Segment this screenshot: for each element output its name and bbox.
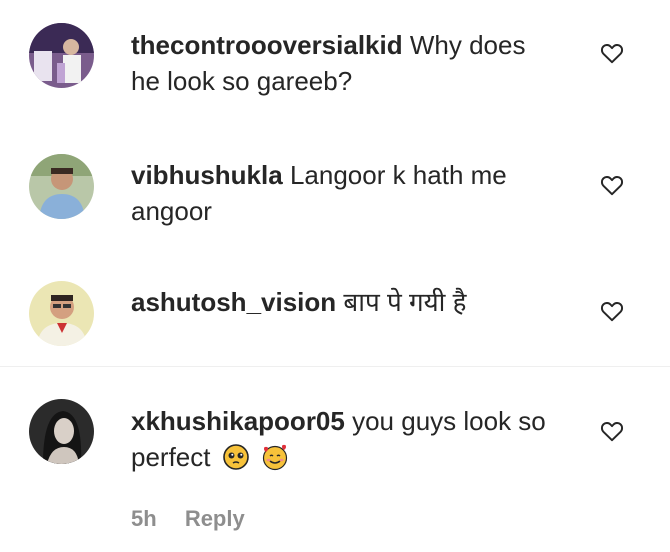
avatar[interactable] <box>29 399 94 464</box>
heart-outline-icon[interactable] <box>598 298 626 324</box>
heart-outline-icon[interactable] <box>598 172 626 198</box>
comment-username[interactable]: thecontroooversialkid <box>131 30 403 60</box>
comment-text: ashutosh_vision बाप पे गयी है <box>131 284 551 320</box>
user-avatar-photo-icon <box>29 23 94 88</box>
comment-text: thecontroooversialkid Why does he look s… <box>131 27 551 99</box>
comment-time: 5h <box>131 506 157 531</box>
pleading-face-emoji <box>222 444 249 470</box>
heart-outline-icon[interactable] <box>598 418 626 444</box>
user-avatar-photo-icon <box>29 154 94 219</box>
comment-username[interactable]: ashutosh_vision <box>131 287 336 317</box>
heart-outline-icon[interactable] <box>598 40 626 66</box>
avatar[interactable] <box>29 23 94 88</box>
comment-text: xkhushikapoor05 you guys look so perfect <box>131 403 551 475</box>
comment-meta: 5h Reply <box>131 506 245 532</box>
comment-text: vibhushukla Langoor k hath me angoor <box>131 157 551 229</box>
avatar[interactable] <box>29 281 94 346</box>
comment-body: बाप पे गयी है <box>343 287 467 317</box>
reply-button[interactable]: Reply <box>185 506 245 531</box>
avatar[interactable] <box>29 154 94 219</box>
comment-username[interactable]: vibhushukla <box>131 160 283 190</box>
comment-username[interactable]: xkhushikapoor05 <box>131 406 345 436</box>
divider <box>0 366 670 367</box>
user-avatar-photo-icon <box>29 281 94 346</box>
smiling-face-with-hearts-emoji <box>262 444 288 471</box>
user-avatar-photo-icon <box>29 399 94 464</box>
